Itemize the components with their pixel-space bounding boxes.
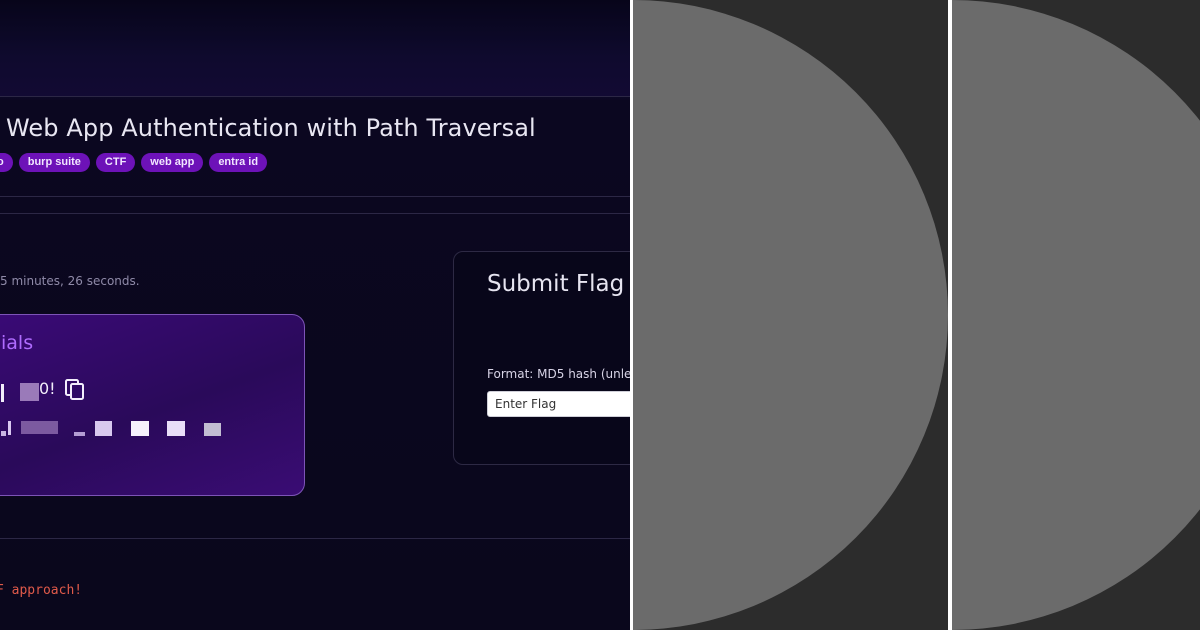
redacted-block bbox=[21, 421, 58, 434]
credentials-title: ials bbox=[1, 332, 34, 354]
page-title: Web App Authentication with Path Travers… bbox=[6, 114, 536, 142]
submit-flag-card: Submit Flag Format: MD5 hash (unles bbox=[453, 251, 630, 465]
credentials-card: ials 0! bbox=[0, 314, 305, 496]
divider-line bbox=[0, 196, 630, 197]
tag-list: o burp suite CTF web app entra id bbox=[0, 153, 268, 172]
redacted-block bbox=[95, 421, 112, 436]
half-circle-shape bbox=[952, 0, 1200, 630]
tag-burp-suite[interactable]: burp suite bbox=[18, 153, 90, 172]
redacted-block: 0! bbox=[39, 379, 56, 398]
flag-format-hint: Format: MD5 hash (unles bbox=[487, 367, 630, 381]
tag-0[interactable]: o bbox=[0, 153, 13, 172]
divider-line bbox=[0, 96, 630, 97]
redacted-block bbox=[204, 423, 221, 436]
redacted-block bbox=[74, 432, 85, 436]
divider-line bbox=[0, 538, 630, 539]
flag-input[interactable] bbox=[487, 391, 630, 417]
composite-image: Web App Authentication with Path Travers… bbox=[0, 0, 1200, 630]
redacted-block bbox=[131, 421, 149, 436]
redacted-block bbox=[8, 421, 11, 435]
footer-text: F approach! bbox=[0, 583, 83, 598]
copy-icon[interactable] bbox=[65, 379, 85, 401]
time-text: 5 minutes, 26 seconds. bbox=[0, 274, 140, 288]
redacted-block bbox=[1, 431, 6, 436]
divider-line bbox=[0, 213, 630, 214]
tag-web-app[interactable]: web app bbox=[141, 153, 204, 172]
challenge-page: Web App Authentication with Path Travers… bbox=[0, 0, 630, 630]
submit-flag-title: Submit Flag bbox=[487, 271, 625, 297]
image-panel-2 bbox=[952, 0, 1200, 630]
redacted-block bbox=[1, 384, 4, 402]
header-band bbox=[0, 0, 630, 96]
half-circle-shape bbox=[633, 0, 948, 630]
tag-ctf[interactable]: CTF bbox=[95, 153, 136, 172]
redacted-block bbox=[167, 421, 185, 436]
image-panel-1 bbox=[633, 0, 948, 630]
tag-entra-id[interactable]: entra id bbox=[209, 153, 268, 172]
redacted-block bbox=[20, 383, 39, 401]
